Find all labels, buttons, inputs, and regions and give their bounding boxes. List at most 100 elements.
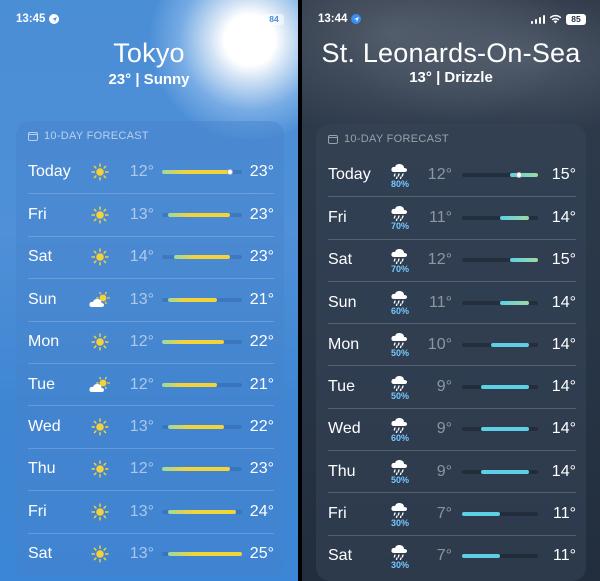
temperature-range-fill: [462, 512, 500, 517]
forecast-row[interactable]: Today 80% 12° 15°: [328, 154, 576, 196]
forecast-day: Sun: [28, 290, 57, 308]
forecast-low-temp: 12°: [129, 375, 154, 393]
forecast-low-temp: 13°: [129, 502, 154, 520]
temperature-range-bar: [162, 425, 242, 430]
sun-icon: [88, 539, 112, 569]
temperature-range-bar: [462, 300, 538, 305]
current-temperature-dot: [226, 169, 233, 176]
precipitation-chance: 50%: [390, 390, 409, 401]
forecast-day: Wed: [28, 418, 61, 436]
forecast-low-temp: 14°: [129, 248, 154, 266]
wifi-icon: [549, 14, 562, 24]
forecast-row[interactable]: Mon 12° 22°: [28, 320, 274, 363]
temperature-range-bar: [162, 340, 242, 345]
ten-day-forecast-card[interactable]: 10-DAY FORECAST Today 12° 23° Fri 13° 23° Sat 1…: [16, 121, 284, 577]
forecast-high-temp: 11°: [552, 505, 576, 523]
rain-icon: 80%: [388, 160, 412, 190]
forecast-day: Today: [328, 166, 371, 184]
rain-icon: 70%: [388, 203, 412, 233]
forecast-day: Sun: [328, 293, 357, 311]
forecast-row[interactable]: Wed 13° 22°: [28, 405, 274, 447]
forecast-high-temp: 14°: [551, 335, 576, 353]
precipitation-chance: 50%: [390, 348, 409, 359]
forecast-day: Mon: [28, 333, 60, 351]
forecast-day: Thu: [328, 462, 356, 480]
forecast-high-temp: 23°: [249, 248, 274, 266]
forecast-high-temp: 15°: [551, 251, 576, 269]
battery-icon: 84: [264, 13, 284, 25]
precipitation-chance: 70%: [390, 263, 409, 274]
temperature-range-bar: [462, 385, 538, 390]
forecast-row[interactable]: Sat 30% 7° 11°: [328, 534, 576, 577]
temperature-range-bar: [462, 512, 538, 517]
forecast-low-temp: 10°: [427, 335, 452, 353]
forecast-header-label: 10-DAY FORECAST: [344, 133, 449, 145]
location-arrow-icon: [49, 14, 60, 24]
signal-icon: [530, 14, 545, 24]
forecast-row[interactable]: Thu 12° 23°: [28, 447, 274, 490]
forecast-low-temp: 12°: [427, 166, 452, 184]
forecast-row[interactable]: Sat 14° 23°: [28, 235, 274, 278]
forecast-high-temp: 11°: [552, 547, 576, 565]
temperature-range-bar: [462, 469, 538, 474]
signal-icon: [228, 14, 243, 24]
forecast-low-temp: 11°: [428, 293, 452, 311]
forecast-row[interactable]: Sat 13° 25°: [28, 532, 274, 575]
temperature-range-fill: [509, 173, 538, 178]
forecast-day: Fri: [28, 502, 47, 520]
forecast-rows: Today 80% 12° 15° Fri 70% 11° 14° Sat 70% 12° 15° Su…: [328, 154, 576, 577]
forecast-row[interactable]: Tue 50% 9° 14°: [328, 365, 576, 407]
forecast-day: Sat: [328, 547, 353, 565]
partly-cloudy-icon: [88, 285, 112, 315]
temperature-range-bar: [162, 509, 242, 514]
temperature-range-fill: [462, 554, 500, 559]
forecast-row[interactable]: Sat 70% 12° 15°: [328, 238, 576, 281]
forecast-low-temp: 9°: [436, 462, 452, 480]
temperature-range-bar: [162, 213, 242, 218]
sun-icon: [88, 327, 112, 357]
forecast-row[interactable]: Sun 13° 21°: [28, 278, 274, 320]
precipitation-chance: 60%: [390, 306, 409, 317]
forecast-high-temp: 14°: [551, 378, 576, 396]
temperature-range-bar: [462, 554, 538, 559]
rain-icon: 50%: [388, 372, 412, 402]
calendar-icon: [328, 134, 338, 144]
forecast-low-temp: 12°: [427, 251, 452, 269]
forecast-day: Today: [28, 163, 71, 181]
status-time: 13:44: [318, 13, 348, 25]
sun-icon: [88, 200, 112, 230]
temperature-range-fill: [168, 509, 236, 514]
temperature-range-fill: [162, 170, 230, 175]
rain-icon: 30%: [388, 499, 412, 529]
forecast-day: Mon: [328, 335, 360, 353]
forecast-row[interactable]: Fri 13° 23°: [28, 193, 274, 235]
temperature-range-fill: [490, 342, 529, 347]
temperature-range-fill: [162, 467, 230, 472]
forecast-low-temp: 13°: [129, 290, 154, 308]
temperature-range-fill: [162, 340, 224, 345]
ten-day-forecast-card[interactable]: 10-DAY FORECAST Today 80% 12° 15° Fri 70% 11° 1…: [316, 124, 586, 581]
forecast-rows: Today 12° 23° Fri 13° 23° Sat 14° 23° Sun 13° 21° Mo…: [28, 151, 274, 575]
forecast-row[interactable]: Thu 50% 9° 14°: [328, 450, 576, 492]
current-conditions: 13° | Drizzle: [409, 69, 493, 86]
forecast-row[interactable]: Tue 12° 21°: [28, 362, 274, 405]
tokyo-weather-screen: 13:45 84 Tokyo 23° | Sunny 10-DAY FORECA…: [0, 0, 298, 581]
sun-icon: [88, 157, 112, 187]
forecast-day: Fri: [328, 505, 347, 523]
forecast-low-temp: 12°: [129, 333, 154, 351]
forecast-day: Tue: [28, 375, 55, 393]
forecast-row[interactable]: Today 12° 23°: [28, 151, 274, 193]
forecast-high-temp: 14°: [551, 293, 576, 311]
forecast-row[interactable]: Fri 30% 7° 11°: [328, 492, 576, 534]
temperature-range-fill: [168, 425, 224, 430]
forecast-row[interactable]: Fri 70% 11° 14°: [328, 196, 576, 238]
rain-icon: 50%: [388, 457, 412, 487]
forecast-row[interactable]: Mon 50% 10° 14°: [328, 323, 576, 365]
forecast-row[interactable]: Fri 13° 24°: [28, 490, 274, 532]
calendar-icon: [28, 131, 38, 141]
temperature-range-fill: [481, 469, 529, 474]
forecast-row[interactable]: Sun 60% 11° 14°: [328, 280, 576, 323]
forecast-low-temp: 12°: [129, 460, 154, 478]
forecast-row[interactable]: Wed 60% 9° 14°: [328, 407, 576, 450]
temperature-range-fill: [168, 552, 242, 557]
